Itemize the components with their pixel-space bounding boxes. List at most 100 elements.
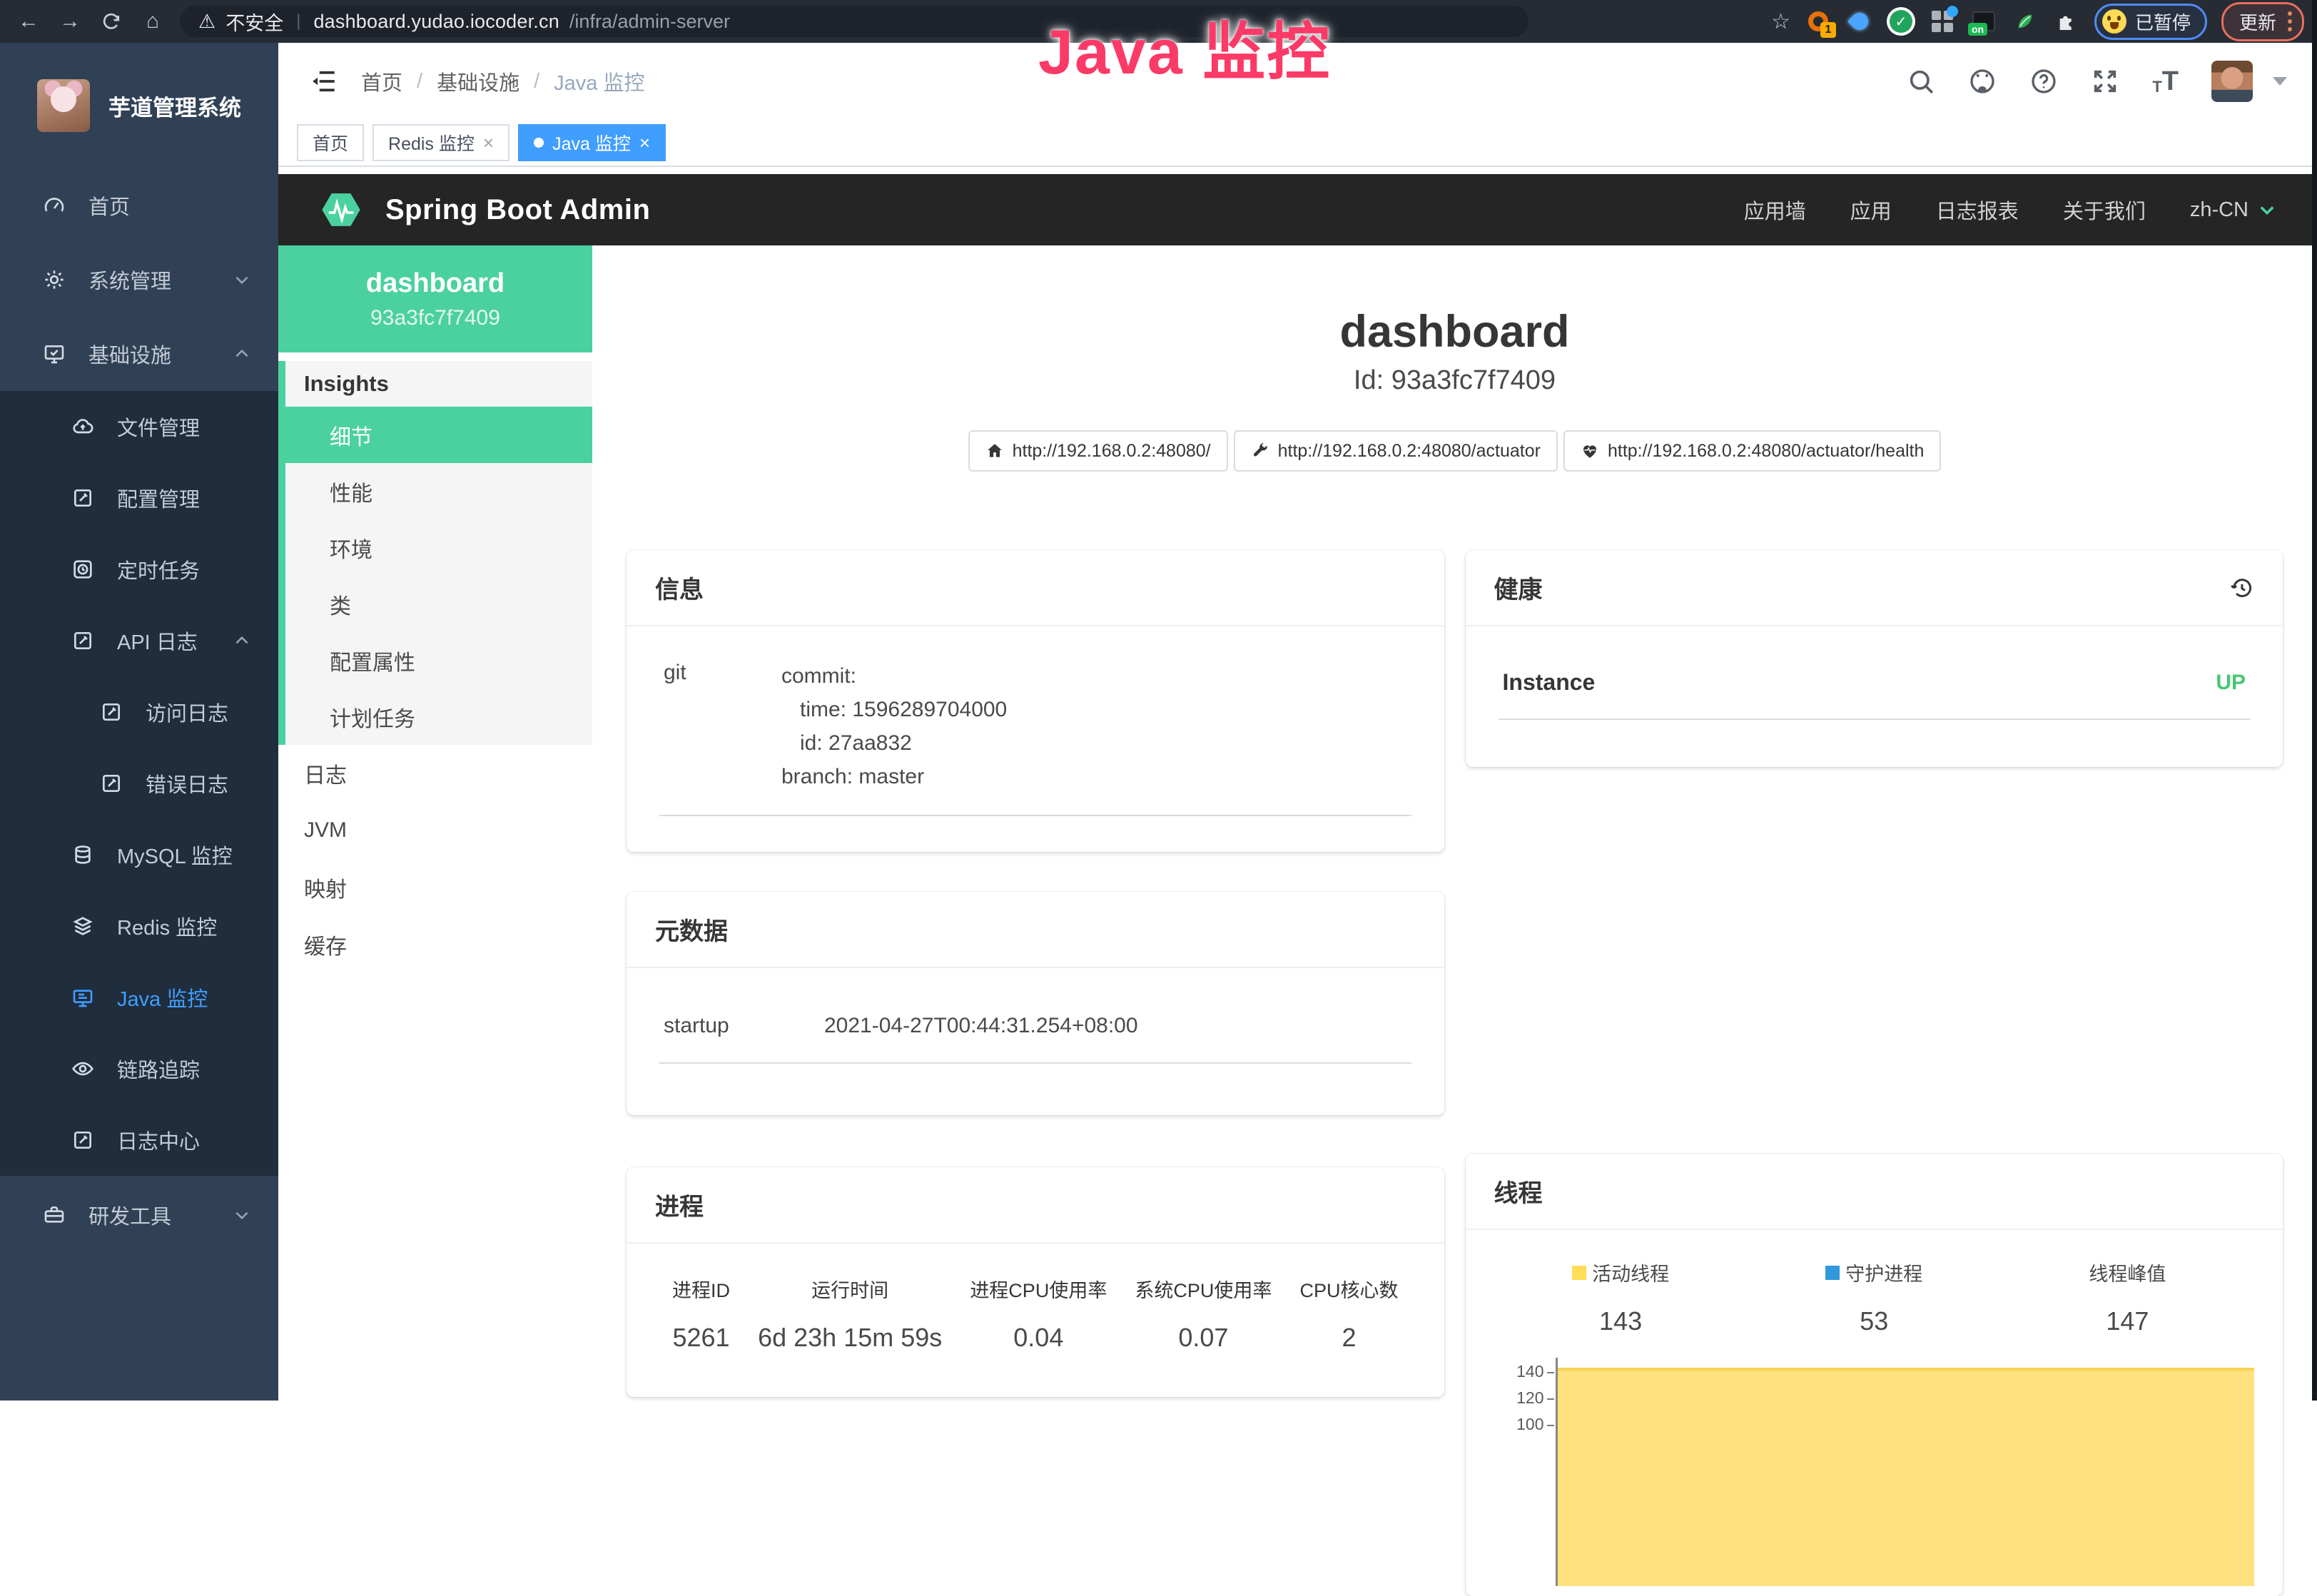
instance-id: 93a3fc7f7409 bbox=[370, 306, 500, 330]
process-pid-col: 进程ID 5261 bbox=[672, 1275, 730, 1353]
font-size-icon[interactable]: TT bbox=[2152, 68, 2179, 95]
sidebar-item-system[interactable]: 系统管理 bbox=[0, 243, 278, 317]
panel-threads-title: 线程 bbox=[1494, 1174, 1543, 1209]
not-secure-label[interactable]: 不安全 bbox=[225, 8, 283, 36]
browser-home-icon[interactable]: ⌂ bbox=[137, 6, 168, 37]
sidebar-item-config-manage[interactable]: 配置管理 bbox=[0, 462, 278, 534]
brand-title: 芋道管理系统 bbox=[108, 90, 241, 122]
profile-paused-chip[interactable]: 已暂停 bbox=[2094, 4, 2207, 40]
extension-on-badge-icon[interactable]: on bbox=[1970, 8, 1997, 35]
legend-daemon-threads: 守护进程 53 bbox=[1748, 1259, 2001, 1336]
tab-java-monitor[interactable]: Java 监控 × bbox=[518, 124, 666, 161]
menu-item-jvm[interactable]: JVM bbox=[278, 802, 592, 859]
sidebar-fold-icon[interactable] bbox=[308, 66, 338, 96]
sidebar-item-mysql-monitor[interactable]: MySQL 监控 bbox=[0, 819, 278, 890]
sba-nav-about[interactable]: 关于我们 bbox=[2063, 195, 2146, 225]
extension-orange-icon[interactable]: 1 bbox=[1805, 8, 1832, 35]
actuator-url-button[interactable]: http://192.168.0.2:48080/actuator bbox=[1234, 430, 1558, 472]
browser-back-icon[interactable]: ← bbox=[13, 6, 44, 37]
menu-item-scheduled-tasks[interactable]: 计划任务 bbox=[285, 688, 592, 745]
fullscreen-icon[interactable] bbox=[2091, 67, 2119, 96]
tag-view-bar: 首页 Redis 监控 × Java 监控 × bbox=[278, 120, 2317, 167]
sba-nav-applications[interactable]: 应用 bbox=[1850, 195, 1892, 225]
sidebar-item-home[interactable]: 首页 bbox=[0, 168, 278, 243]
avatar-caret-icon[interactable] bbox=[2273, 77, 2287, 86]
help-icon[interactable] bbox=[2029, 67, 2058, 96]
service-url-button[interactable]: http://192.168.0.2:48080/ bbox=[968, 430, 1228, 472]
breadcrumb-current: Java 监控 bbox=[554, 66, 644, 96]
brand-logo bbox=[37, 79, 90, 132]
extension-leaf-icon[interactable] bbox=[2012, 8, 2039, 35]
breadcrumb: 首页 / 基础设施 / Java 监控 bbox=[361, 66, 644, 96]
sba-language-select[interactable]: zh-CN bbox=[2190, 198, 2277, 222]
chevron-down-icon bbox=[2257, 200, 2277, 220]
tab-redis-monitor[interactable]: Redis 监控 × bbox=[372, 124, 509, 161]
sba-nav-journal[interactable]: 日志报表 bbox=[1936, 195, 2019, 225]
menu-item-environment[interactable]: 环境 bbox=[285, 519, 592, 576]
menu-item-logs[interactable]: 日志 bbox=[278, 745, 592, 802]
search-icon[interactable] bbox=[1907, 67, 1935, 96]
not-secure-warning-icon[interactable]: ⚠ bbox=[198, 11, 216, 33]
user-avatar[interactable] bbox=[2211, 61, 2253, 102]
spring-boot-admin-logo bbox=[318, 187, 364, 233]
sba-nav-wallboard[interactable]: 应用墙 bbox=[1744, 195, 1806, 225]
sidebar-item-devtools[interactable]: 研发工具 bbox=[0, 1176, 278, 1254]
sidebar-item-error-log[interactable]: 错误日志 bbox=[0, 748, 278, 819]
extension-drop-icon[interactable] bbox=[1846, 8, 1873, 35]
menu-item-metrics[interactable]: 性能 bbox=[285, 463, 592, 519]
info-row-label: git bbox=[664, 659, 781, 793]
extension-check-icon[interactable]: ✓ bbox=[1887, 8, 1915, 35]
sidebar-item-tracing[interactable]: 链路追踪 bbox=[0, 1033, 278, 1104]
process-uptime-col: 运行时间 6d 23h 15m 59s bbox=[758, 1275, 942, 1353]
sidebar-item-access-log[interactable]: 访问日志 bbox=[0, 676, 278, 748]
sidebar-item-api-log[interactable]: API 日志 bbox=[0, 605, 278, 676]
sidebar-item-java-monitor[interactable]: Java 监控 bbox=[0, 962, 278, 1033]
close-icon[interactable]: × bbox=[483, 132, 494, 154]
page-title: dashboard bbox=[627, 307, 2283, 357]
breadcrumb-infra[interactable]: 基础设施 bbox=[437, 66, 519, 96]
health-url-button[interactable]: http://192.168.0.2:48080/actuator/health bbox=[1563, 430, 1941, 472]
cloud-icon bbox=[71, 415, 94, 438]
browser-reload-icon[interactable] bbox=[96, 6, 127, 37]
insights-group: Insights 细节 性能 环境 类 配置属性 计划任务 bbox=[278, 361, 592, 745]
timer-icon bbox=[71, 558, 94, 581]
sidebar-item-infra[interactable]: 基础设施 bbox=[0, 317, 278, 391]
bookmark-star-icon[interactable]: ☆ bbox=[1771, 9, 1790, 34]
tab-home[interactable]: 首页 bbox=[297, 124, 364, 161]
browser-menu-icon[interactable] bbox=[2288, 11, 2292, 31]
threads-legend: 活动线程 143 守护进程 53 线程峰值 bbox=[1494, 1259, 2255, 1336]
chevron-up-icon bbox=[233, 631, 251, 650]
panel-process-title: 进程 bbox=[655, 1187, 704, 1222]
edit-icon bbox=[71, 1129, 94, 1152]
gear-icon bbox=[43, 268, 66, 291]
database-icon bbox=[71, 843, 94, 866]
menu-item-details[interactable]: 细节 bbox=[278, 407, 592, 463]
sidebar-item-redis-monitor[interactable]: Redis 监控 bbox=[0, 890, 278, 962]
url-path[interactable]: /infra/admin-server bbox=[569, 11, 730, 33]
history-icon[interactable] bbox=[2229, 575, 2254, 601]
browser-forward-icon[interactable]: → bbox=[54, 6, 86, 37]
github-icon[interactable] bbox=[1968, 67, 1997, 96]
panel-health-title: 健康 bbox=[1494, 570, 1543, 605]
edit-icon bbox=[100, 772, 123, 795]
extension-puzzle-icon[interactable] bbox=[2053, 8, 2080, 35]
menu-item-classes[interactable]: 类 bbox=[285, 576, 592, 632]
extension-grid-icon[interactable] bbox=[1929, 8, 1956, 35]
chrome-update-button[interactable]: 更新 bbox=[2221, 2, 2304, 41]
menu-item-caches[interactable]: 缓存 bbox=[278, 916, 592, 973]
metadata-startup-row: startup 2021-04-27T00:44:31.254+08:00 bbox=[659, 1014, 1411, 1064]
sba-header: Spring Boot Admin 应用墙 应用 日志报表 关于我们 zh-CN bbox=[278, 174, 2317, 245]
breadcrumb-home[interactable]: 首页 bbox=[361, 66, 402, 96]
home-icon bbox=[985, 442, 1004, 460]
menu-item-mappings[interactable]: 映射 bbox=[278, 859, 592, 916]
sidebar-item-file-manage[interactable]: 文件管理 bbox=[0, 391, 278, 462]
sba-title: Spring Boot Admin bbox=[385, 194, 650, 226]
insights-label: Insights bbox=[285, 361, 592, 407]
sidebar-item-log-center[interactable]: 日志中心 bbox=[0, 1104, 278, 1176]
sidebar-item-scheduled-jobs[interactable]: 定时任务 bbox=[0, 534, 278, 605]
menu-item-config-props[interactable]: 配置属性 bbox=[285, 632, 592, 688]
heart-pulse-icon bbox=[1581, 442, 1599, 460]
close-icon[interactable]: × bbox=[639, 132, 650, 154]
panel-metadata-title: 元数据 bbox=[655, 912, 728, 947]
url-host[interactable]: dashboard.yudao.iocoder.cn bbox=[313, 11, 559, 33]
